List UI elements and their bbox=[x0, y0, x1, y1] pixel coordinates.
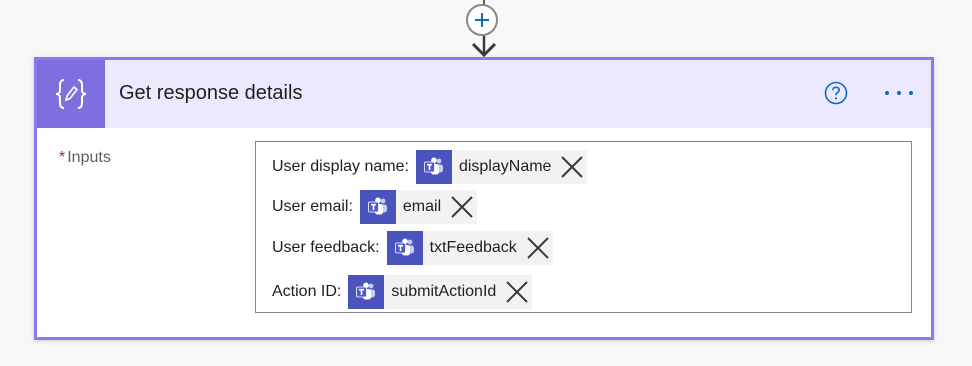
required-marker: * bbox=[59, 149, 66, 166]
teams-icon bbox=[415, 150, 452, 184]
input-line: User display name: displayName bbox=[272, 150, 588, 184]
input-line: User email: email bbox=[272, 190, 478, 224]
close-icon bbox=[506, 281, 529, 303]
token-label: email bbox=[402, 198, 442, 215]
token-label: displayName bbox=[458, 158, 552, 175]
dynamic-content-token[interactable]: submitActionId bbox=[348, 275, 533, 309]
help-button[interactable] bbox=[824, 81, 848, 105]
close-icon bbox=[451, 196, 473, 218]
input-line-prefix: User email: bbox=[272, 198, 353, 215]
remove-token-button[interactable] bbox=[447, 190, 477, 224]
remove-token-button[interactable] bbox=[523, 231, 553, 265]
input-line-prefix: User feedback: bbox=[272, 239, 380, 256]
more-options-icon bbox=[885, 91, 913, 95]
input-line: Action ID: submitActionId bbox=[272, 275, 533, 309]
action-card: Get response details * Inputs User displa… bbox=[34, 57, 934, 340]
close-icon bbox=[527, 237, 549, 259]
teams-icon bbox=[348, 275, 385, 309]
inputs-label-text: Inputs bbox=[67, 149, 111, 166]
card-header[interactable]: Get response details bbox=[37, 60, 931, 128]
close-icon bbox=[561, 156, 584, 178]
data-operation-icon bbox=[37, 60, 105, 128]
teams-icon bbox=[386, 231, 423, 265]
remove-token-button[interactable] bbox=[557, 150, 587, 184]
inputs-field[interactable]: User display name: displayName User emai… bbox=[255, 141, 912, 313]
input-line-prefix: User display name: bbox=[272, 158, 409, 175]
input-line: User feedback: txtFeedback bbox=[272, 231, 553, 265]
dynamic-content-token[interactable]: displayName bbox=[415, 150, 588, 184]
help-circle-icon bbox=[824, 81, 848, 105]
input-line-prefix: Action ID: bbox=[272, 283, 342, 300]
token-label: submitActionId bbox=[391, 283, 497, 300]
remove-token-button[interactable] bbox=[502, 275, 532, 309]
teams-icon bbox=[359, 190, 396, 224]
dynamic-content-token[interactable]: txtFeedback bbox=[386, 231, 553, 265]
arrow-down-icon bbox=[471, 36, 497, 58]
dynamic-content-token[interactable]: email bbox=[359, 190, 478, 224]
card-title: Get response details bbox=[119, 82, 303, 104]
token-label: txtFeedback bbox=[429, 239, 517, 256]
inputs-label: * Inputs bbox=[59, 149, 111, 167]
more-options-button[interactable] bbox=[882, 86, 916, 98]
plus-icon bbox=[475, 13, 489, 27]
add-step-button[interactable] bbox=[466, 4, 498, 36]
